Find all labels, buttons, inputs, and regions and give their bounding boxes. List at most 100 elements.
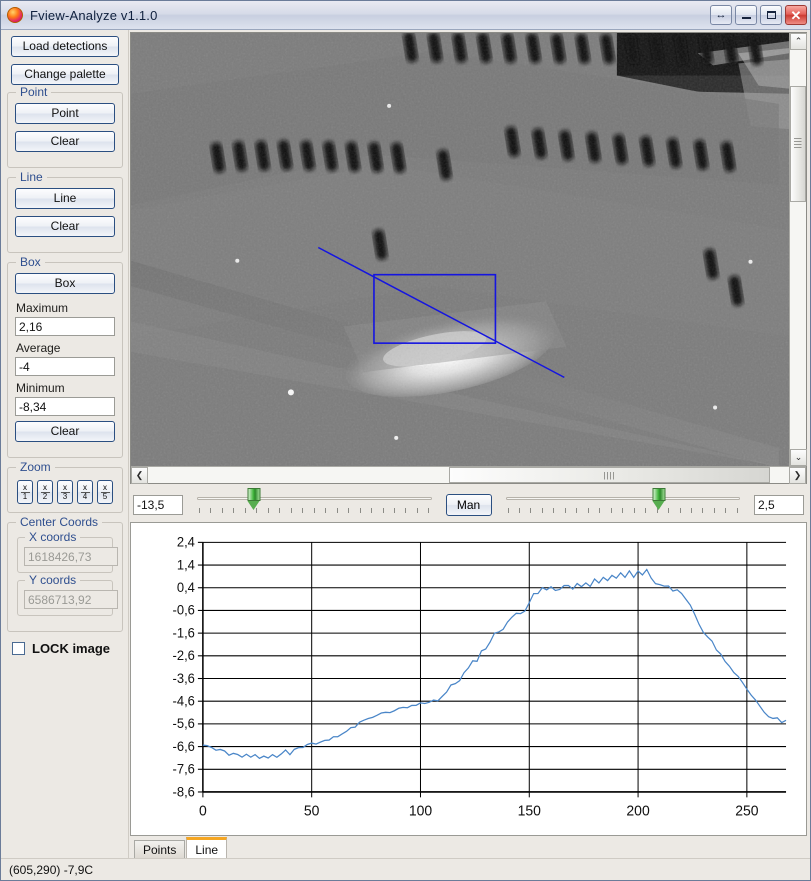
scroll-up-button[interactable]: ⌃ [790,33,807,50]
profile-chart-area: 2,4 1,4 0,4 -0,6 -1,6 -2,6 -3,6 -4,6 -5,6 -6,6 -7,… [130,522,807,858]
profile-chart-svg: 2,4 1,4 0,4 -0,6 -1,6 -2,6 -3,6 -4,6 -5,6 -6,6 -7,… [173,534,787,820]
point-group-legend: Point [16,85,52,99]
svg-text:200: 200 [626,803,649,820]
svg-text:-0,6: -0,6 [173,602,195,618]
workspace: ⌃ |||| ⌄ ❮ |||| ❯ -13,5 Man 2,5 2,4 1,4 … [129,30,810,858]
svg-text:-5,6: -5,6 [173,716,195,732]
zoom-x-glyph: x [43,482,47,492]
line-group: Line Line Clear [7,170,123,253]
zoom-den-glyph: 2 [40,491,50,501]
max-level-slider[interactable] [502,488,745,522]
image-viewer: ⌃ |||| ⌄ ❮ |||| ❯ [130,32,807,484]
horizontal-scroll-thumb[interactable]: |||| [449,467,770,483]
viewer-vertical-scrollbar[interactable]: ⌃ |||| ⌄ [789,33,807,466]
manual-mode-button[interactable]: Man [445,494,492,516]
slider-track [505,497,740,500]
vertical-scroll-thumb[interactable]: |||| [790,85,806,202]
svg-text:0: 0 [199,803,207,820]
zoom-x1-button[interactable]: x 1 [17,480,33,504]
svg-text:-3,6: -3,6 [173,670,195,686]
point-group: Point Point Clear [7,85,123,168]
min-level-thumb[interactable] [247,488,261,512]
slider-ticks [199,508,430,514]
zoom-group-legend: Zoom [16,460,55,474]
line-group-legend: Line [16,170,47,184]
svg-text:-2,6: -2,6 [173,648,195,664]
max-level-thumb[interactable] [652,488,666,512]
scroll-down-button[interactable]: ⌄ [790,449,807,466]
box-button[interactable]: Box [15,273,115,294]
chevron-right-icon: ❯ [793,470,802,480]
chevron-up-icon: ⌃ [794,36,803,46]
svg-text:1,4: 1,4 [177,557,196,573]
y-coords-group: Y coords [17,573,118,616]
svg-text:50: 50 [304,803,320,820]
tab-line[interactable]: Line [186,837,228,858]
tab-points[interactable]: Points [134,840,186,858]
zoom-x3-button[interactable]: x 3 [57,480,73,504]
box-group: Box Box Maximum Average Minimum Clear [7,255,123,458]
point-button[interactable]: Point [15,103,115,124]
thumb-tip [247,501,260,510]
status-bar: (605,290) -7,9C [1,858,810,880]
zoom-den-glyph: 1 [20,491,30,501]
average-field[interactable] [15,357,115,376]
scroll-right-button[interactable]: ❯ [789,467,806,484]
thermal-image-canvas[interactable] [131,33,789,466]
min-level-slider[interactable] [193,488,436,522]
app-orb-icon [7,7,23,23]
center-coords-group: Center Coords X coords Y coords [7,515,123,632]
viewer-main: ⌃ |||| ⌄ [131,33,807,466]
minimum-label: Minimum [16,381,65,395]
point-clear-button[interactable]: Clear [15,131,115,152]
line-button[interactable]: Line [15,188,115,209]
svg-text:-6,6: -6,6 [173,738,195,754]
maximize-button[interactable] [760,5,782,25]
average-label: Average [16,341,61,355]
load-detections-button[interactable]: Load detections [11,36,119,57]
main-body: Load detections Change palette Point Poi… [1,30,810,858]
resize-arrows-icon: ↔ [715,8,727,21]
maximum-field[interactable] [15,317,115,336]
viewer-horizontal-scrollbar[interactable]: ❮ |||| ❯ [131,466,806,484]
slider-track [197,497,432,500]
zoom-x-glyph: x [83,482,87,492]
svg-text:250: 250 [735,803,758,820]
line-clear-button[interactable]: Clear [15,216,115,237]
zoom-x4-button[interactable]: x 4 [77,480,93,504]
box-group-legend: Box [16,255,45,269]
min-level-field[interactable] [133,495,183,515]
scroll-left-button[interactable]: ❮ [131,467,148,484]
x-coords-field [24,547,118,566]
svg-text:100: 100 [409,803,432,820]
close-button[interactable]: ✕ [785,5,807,25]
chart-tabs: Points Line [130,836,807,858]
svg-text:2,4: 2,4 [177,534,196,550]
zoom-x2-button[interactable]: x 2 [37,480,53,504]
lock-image-checkbox[interactable] [12,642,25,655]
zoom-group: Zoom x 1 x 2 x 3 x 4 x 5 [7,460,123,513]
thumb-tip [652,501,665,510]
zoom-den-glyph: 5 [100,491,110,501]
vertical-scroll-track[interactable]: |||| [790,50,806,449]
lock-image-label: LOCK image [32,641,111,656]
change-palette-button[interactable]: Change palette [11,64,119,85]
grip-icon: |||| [793,137,803,150]
horizontal-scroll-track[interactable]: |||| [148,467,789,483]
profile-chart[interactable]: 2,4 1,4 0,4 -0,6 -1,6 -2,6 -3,6 -4,6 -5,6 -6,6 -7,… [130,522,807,836]
max-level-field[interactable] [754,495,804,515]
zoom-x5-button[interactable]: x 5 [97,480,113,504]
zoom-x-glyph: x [23,482,27,492]
minimize-icon [741,17,751,19]
thumb-body [247,488,261,501]
svg-text:0,4: 0,4 [177,580,196,596]
tools-sidebar: Load detections Change palette Point Poi… [1,30,129,858]
box-clear-button[interactable]: Clear [15,421,115,442]
minimize-button[interactable] [735,5,757,25]
minimum-field[interactable] [15,397,115,416]
title-bar: Fview-Analyze v1.1.0 ↔ ✕ [1,1,810,30]
resize-button[interactable]: ↔ [710,5,732,25]
window-controls: ↔ ✕ [710,5,807,25]
y-coords-field [24,590,118,609]
lock-image-row[interactable]: LOCK image [12,641,123,656]
